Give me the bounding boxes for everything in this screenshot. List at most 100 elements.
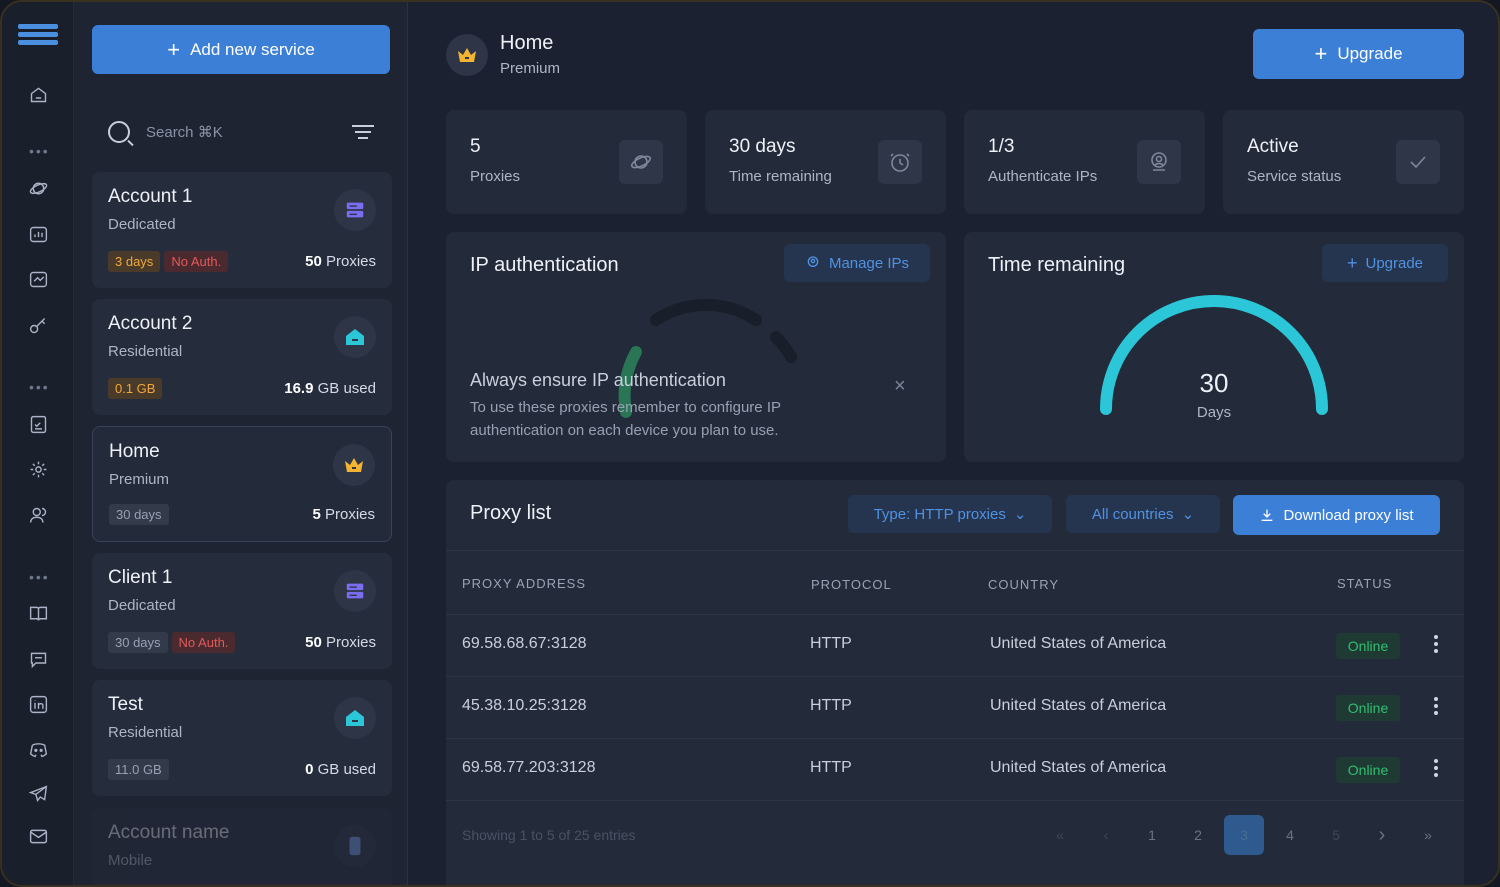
user-pin-icon (807, 256, 819, 267)
more-icon[interactable] (1434, 635, 1438, 656)
prev-page-button[interactable]: ‹ (1086, 815, 1126, 855)
mail-icon[interactable] (26, 824, 50, 848)
more-icon[interactable] (1434, 759, 1438, 780)
service-usage: 0 GB used (305, 761, 376, 778)
last-page-button[interactable]: » (1408, 815, 1448, 855)
service-card[interactable]: Client 1 Dedicated 30 days No Auth. 50 Pr… (92, 553, 392, 669)
proxy-address[interactable]: 45.38.10.25:3128 (462, 697, 587, 715)
panel-title: Time remaining (988, 254, 1126, 276)
days-badge: 3 days (108, 251, 161, 272)
service-card[interactable]: Test Residential 11.0 GB 0 GB used (92, 680, 392, 796)
search-icon (108, 121, 130, 143)
add-service-label: Add new service (190, 39, 315, 59)
home-icon[interactable] (26, 82, 50, 106)
icon-rail: ••• ••• ••• (2, 2, 74, 885)
service-card[interactable]: Account 2 Residential 0.1 GB 16.9 GB use… (92, 299, 392, 415)
table-row[interactable]: 45.38.10.25:3128 HTTP United States of A… (446, 676, 1464, 738)
download-proxy-list-button[interactable]: Download proxy list (1233, 495, 1440, 535)
proxy-address[interactable]: 69.58.68.67:3128 (462, 635, 587, 653)
dots-divider: ••• (29, 379, 50, 395)
discord-icon[interactable] (26, 737, 50, 761)
download-label: Download proxy list (1283, 506, 1414, 524)
proxy-protocol: HTTP (810, 759, 852, 776)
page-button[interactable]: 4 (1270, 815, 1310, 855)
page-button[interactable]: 2 (1178, 815, 1218, 855)
gear-icon[interactable] (26, 457, 50, 481)
upgrade-small-button[interactable]: + Upgrade (1322, 244, 1448, 282)
search-input[interactable]: Search ⌘K (146, 123, 223, 141)
notice-text: To use these proxies remember to configu… (470, 399, 781, 439)
usage-value: 16.9 (284, 380, 314, 397)
service-usage: 50 Proxies (305, 253, 376, 270)
table-row[interactable]: 69.58.68.67:3128 HTTP United States of A… (446, 614, 1464, 676)
crown-icon (333, 444, 375, 486)
download-icon (1262, 509, 1273, 521)
next-page-button[interactable]: › (1362, 815, 1402, 855)
panel-title: IP authentication (470, 254, 619, 276)
country-filter-label: All countries (1091, 505, 1174, 523)
ip-auth-panel: IP authentication Manage IPs Always ensu… (446, 232, 946, 462)
table-header (446, 550, 1464, 614)
stat-proxies: 5 Proxies (446, 110, 687, 214)
type-filter-dropdown[interactable]: Type: HTTP proxies ⌄ (848, 495, 1052, 533)
proxy-protocol: HTTP (810, 635, 852, 652)
upgrade-button[interactable]: + Upgrade (1253, 29, 1464, 79)
plus-icon: + (1314, 41, 1328, 66)
first-page-button[interactable]: « (1040, 815, 1080, 855)
stat-time: 30 days Time remaining (705, 110, 946, 214)
usage-unit: Proxies (321, 253, 376, 270)
dots-divider: ••• (29, 569, 50, 585)
type-filter-label: Type: HTTP proxies (873, 505, 1006, 523)
dots-divider: ••• (29, 143, 50, 159)
status-badge: Online (1336, 695, 1400, 721)
gauge-value: 30 (1199, 368, 1229, 398)
service-card-selected[interactable]: Home Premium 30 days 5 Proxies (92, 426, 392, 542)
page-button-active[interactable]: 3 (1224, 815, 1264, 855)
usage-value: 50 (305, 634, 322, 651)
filter-icon[interactable] (352, 121, 374, 143)
chevron-down-icon: ⌄ (1181, 506, 1195, 523)
more-icon[interactable] (1434, 697, 1438, 718)
notice-title: Always ensure IP authentication (470, 370, 726, 390)
page-subtitle: Premium (500, 60, 561, 77)
chat-icon[interactable] (26, 647, 50, 671)
home-icon (334, 316, 376, 358)
days-badge: 30 days (108, 632, 168, 653)
page-button[interactable]: 5 (1316, 815, 1356, 855)
crown-icon (446, 34, 488, 76)
users-icon[interactable] (26, 503, 50, 527)
service-card[interactable]: Account 1 Dedicated 3 days No Auth. 50 Pr… (92, 172, 392, 288)
add-service-button[interactable]: + Add new service (92, 25, 390, 74)
server-icon (334, 189, 376, 231)
country-filter-dropdown[interactable]: All countries ⌄ (1066, 495, 1220, 533)
server-logo[interactable] (18, 24, 58, 50)
table-row[interactable]: 69.58.77.203:3128 HTTP United States of … (446, 738, 1464, 800)
chart-icon[interactable] (26, 222, 50, 246)
service-card[interactable]: Account name Mobile (92, 808, 392, 885)
usage-value: 50 (305, 253, 322, 270)
planet-icon (619, 140, 663, 184)
linkedin-icon[interactable] (26, 692, 50, 716)
book-icon[interactable] (26, 601, 50, 625)
panel-title: Proxy list (470, 502, 552, 524)
entries-info: Showing 1 to 5 of 25 entries (462, 827, 636, 843)
usage-unit: GB used (313, 380, 376, 397)
manage-ips-label: Manage IPs (828, 254, 910, 272)
column-header[interactable]: PROTOCOL (811, 577, 892, 592)
proxy-address[interactable]: 69.58.77.203:3128 (462, 759, 595, 777)
key-icon[interactable] (26, 313, 50, 337)
page-button[interactable]: 1 (1132, 815, 1172, 855)
checklist-icon[interactable] (26, 412, 50, 436)
days-badge: 30 days (109, 504, 169, 525)
column-header[interactable]: COUNTRY (988, 577, 1059, 592)
gauge-icon[interactable] (26, 267, 50, 291)
app-window: ••• ••• ••• + Add new service Search ⌘K … (0, 0, 1500, 887)
planet-icon[interactable] (26, 176, 50, 200)
close-icon[interactable]: × (894, 375, 906, 398)
proxy-protocol: HTTP (810, 697, 852, 714)
telegram-icon[interactable] (26, 781, 50, 805)
column-header[interactable]: STATUS (1337, 576, 1392, 591)
manage-ips-button[interactable]: Manage IPs (784, 244, 930, 282)
column-header[interactable]: PROXY ADDRESS (462, 576, 586, 591)
search-bar[interactable]: Search ⌘K (92, 107, 390, 157)
